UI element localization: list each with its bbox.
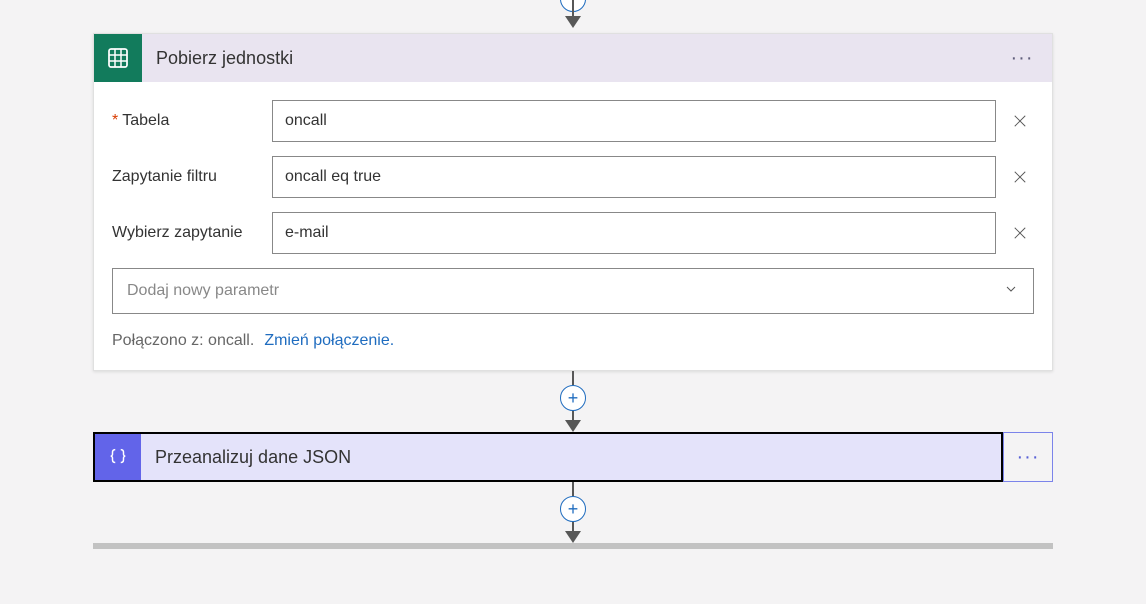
required-marker: *: [112, 112, 118, 130]
card-title-parse-json: Przeanalizuj dane JSON: [141, 447, 351, 468]
filter-input[interactable]: [272, 156, 996, 198]
field-row-filter: Zapytanie filtru: [112, 156, 1034, 198]
json-icon: [95, 434, 141, 480]
field-row-select: Wybierz zapytanie: [112, 212, 1034, 254]
table-input[interactable]: [272, 100, 996, 142]
add-step-button-2[interactable]: +: [560, 496, 586, 522]
connection-status: Połączono z: oncall.: [112, 332, 254, 350]
action-card-parse-json: Przeanalizuj dane JSON ···: [93, 432, 1053, 482]
table-icon: [94, 34, 142, 82]
next-card-peek: [93, 543, 1053, 549]
change-connection-link[interactable]: Zmień połączenie.: [264, 332, 394, 350]
more-menu-parse-json[interactable]: ···: [1003, 432, 1053, 482]
card-title: Pobierz jednostki: [142, 48, 293, 69]
chevron-down-icon: [1003, 281, 1019, 302]
field-label-filter: Zapytanie filtru: [112, 168, 217, 186]
card-header[interactable]: Pobierz jednostki ···: [94, 34, 1052, 82]
field-label-table: Tabela: [122, 112, 169, 130]
card-header-parse-json[interactable]: Przeanalizuj dane JSON: [93, 432, 1003, 482]
clear-table-icon[interactable]: [1006, 107, 1034, 135]
field-label-select: Wybierz zapytanie: [112, 224, 243, 242]
add-parameter-dropdown[interactable]: Dodaj nowy parametr: [112, 268, 1034, 314]
clear-select-icon[interactable]: [1006, 219, 1034, 247]
select-input[interactable]: [272, 212, 996, 254]
field-row-table: *Tabela: [112, 100, 1034, 142]
clear-filter-icon[interactable]: [1006, 163, 1034, 191]
add-parameter-placeholder: Dodaj nowy parametr: [127, 282, 279, 300]
add-step-button[interactable]: +: [560, 385, 586, 411]
more-menu-icon[interactable]: ···: [1002, 34, 1042, 82]
action-card-get-entities: Pobierz jednostki ··· *Tabela Zapytanie …: [93, 33, 1053, 371]
